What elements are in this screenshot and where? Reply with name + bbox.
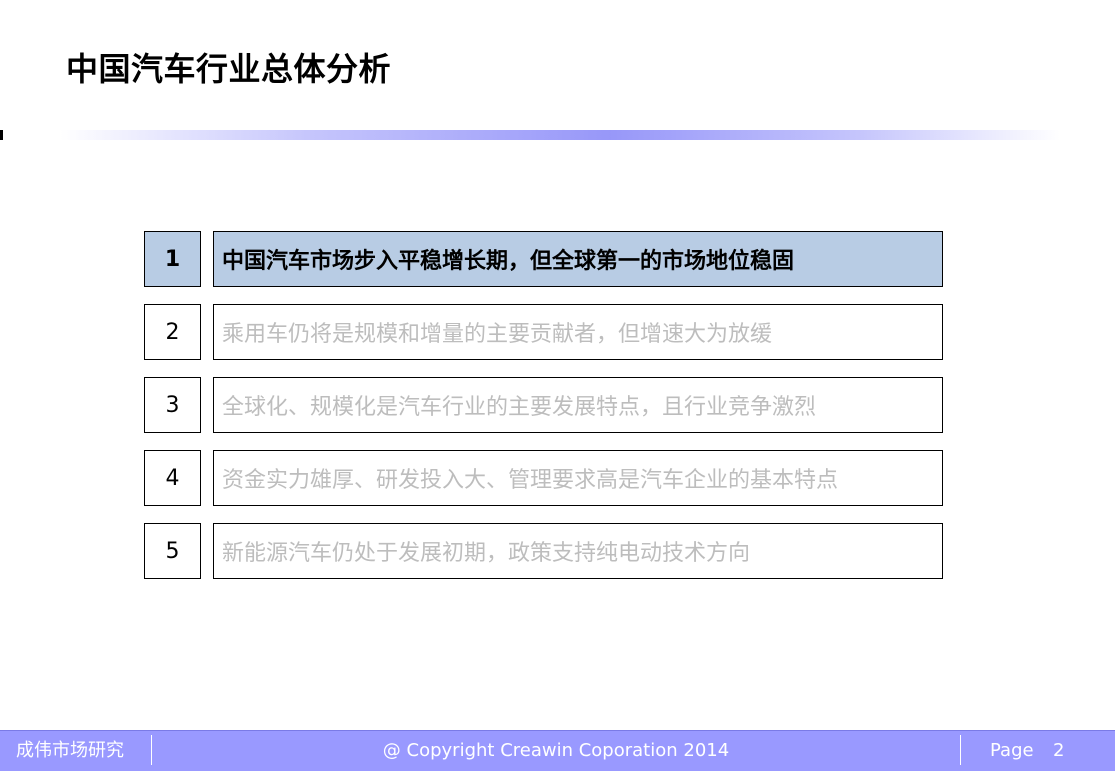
agenda-item-number: 3 (144, 377, 201, 433)
slide: 中国汽车行业总体分析 1 中国汽车市场步入平稳增长期，但全球第一的市场地位稳固 … (0, 0, 1115, 771)
agenda-item-1[interactable]: 1 中国汽车市场步入平稳增长期，但全球第一的市场地位稳固 (144, 231, 944, 289)
agenda-item-number: 5 (144, 523, 201, 579)
footer-bar: 成伟市场研究 @ Copyright Creawin Coporation 20… (0, 730, 1115, 771)
agenda-item-3[interactable]: 3 全球化、规模化是汽车行业的主要发展特点，且行业竞争激烈 (144, 377, 944, 435)
title-divider (60, 130, 1060, 140)
footer-copyright: @ Copyright Creawin Coporation 2014 (382, 740, 730, 761)
agenda-item-4[interactable]: 4 资金实力雄厚、研发投入大、管理要求高是汽车企业的基本特点 (144, 450, 944, 508)
agenda-item-text: 中国汽车市场步入平稳增长期，但全球第一的市场地位稳固 (213, 231, 943, 287)
agenda-item-text: 资金实力雄厚、研发投入大、管理要求高是汽车企业的基本特点 (213, 450, 943, 506)
agenda-item-2[interactable]: 2 乘用车仍将是规模和增量的主要贡献者，但增速大为放缓 (144, 304, 944, 362)
agenda-item-text: 新能源汽车仍处于发展初期，政策支持纯电动技术方向 (213, 523, 943, 579)
agenda-item-5[interactable]: 5 新能源汽车仍处于发展初期，政策支持纯电动技术方向 (144, 523, 944, 581)
agenda-item-text: 全球化、规模化是汽车行业的主要发展特点，且行业竞争激烈 (213, 377, 943, 433)
footer-page-label: Page (990, 740, 1034, 761)
footer-org-name: 成伟市场研究 (16, 740, 124, 761)
page-title: 中国汽车行业总体分析 (66, 50, 392, 88)
agenda-item-text: 乘用车仍将是规模和增量的主要贡献者，但增速大为放缓 (213, 304, 943, 360)
agenda-item-number: 4 (144, 450, 201, 506)
footer-divider (960, 735, 961, 765)
agenda-item-number: 2 (144, 304, 201, 360)
footer-page-number: 2 (1053, 740, 1065, 761)
left-edge-mark (0, 130, 3, 140)
agenda-item-number: 1 (144, 231, 201, 287)
